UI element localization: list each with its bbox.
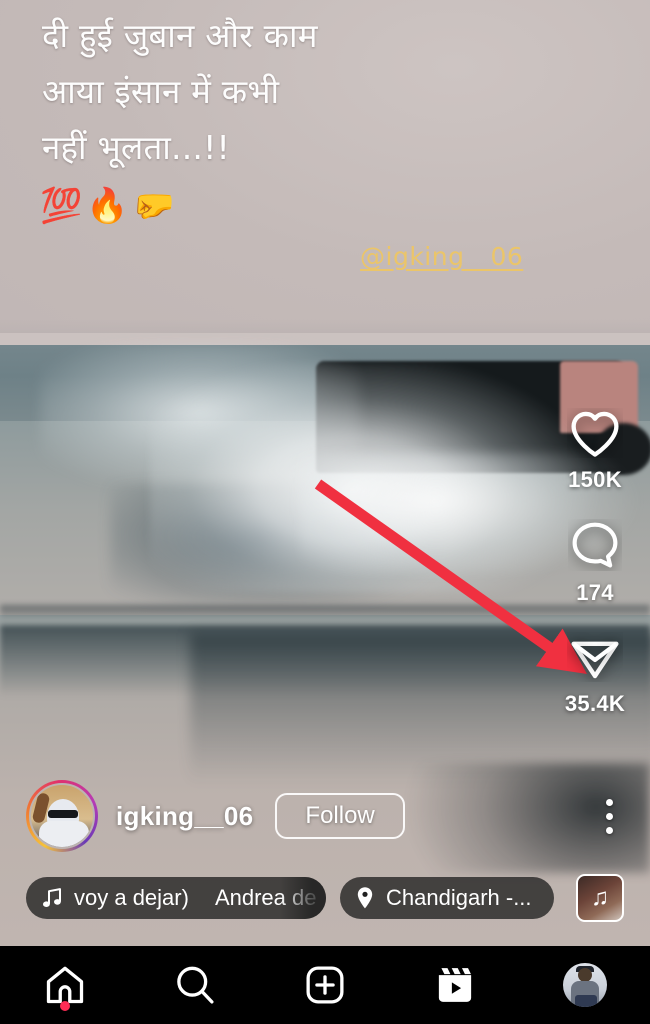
profile-avatar-head (578, 968, 592, 982)
bottom-navigation-bar (0, 946, 650, 1024)
like-button[interactable]: 150K (567, 408, 623, 493)
location-label: Chandigarh -... (386, 885, 532, 910)
profile-avatar-icon (563, 963, 607, 1007)
audio-cover-thumbnail[interactable]: ♫ (576, 874, 624, 922)
video-frame[interactable] (0, 333, 650, 946)
comment-count: 174 (576, 580, 614, 605)
follow-button[interactable]: Follow (275, 793, 405, 839)
instagram-reel-screen: दी हुई जुबान और काम आया इंसान में कभी नह… (0, 0, 650, 1024)
home-notification-badge (60, 1001, 70, 1011)
nav-item-home[interactable] (20, 955, 110, 1015)
reel-meta-row: igking__06 Follow (0, 778, 650, 854)
caption-line-3: नहीं भूलता...!! (42, 128, 230, 167)
comment-button[interactable]: 174 (568, 519, 622, 606)
avatar-image (29, 783, 95, 849)
reel-pill-row: voy a dejar) Andrea de Chandigarh -... ♫ (0, 874, 650, 922)
plus-square-icon (306, 966, 344, 1004)
share-button[interactable]: 35.4K (565, 632, 625, 717)
location-pill[interactable]: Chandigarh -... (340, 877, 554, 919)
heart-icon (571, 411, 619, 457)
search-icon (177, 966, 214, 1004)
reels-icon (438, 968, 472, 1002)
nav-item-search[interactable] (150, 955, 240, 1015)
creator-watermark: @igking__06 (360, 242, 524, 271)
nav-item-create[interactable] (280, 955, 370, 1015)
audio-pill[interactable]: voy a dejar) Andrea de (26, 877, 326, 919)
thumbnail-music-note-icon: ♫ (591, 884, 609, 911)
avatar-sunglasses (48, 810, 78, 818)
audio-label: voy a dejar) Andrea de (74, 885, 316, 911)
music-note-icon (42, 887, 62, 909)
dot-3 (605, 826, 613, 834)
reel-video-container[interactable]: दी हुई जुबान और काम आया इंसान में कभी नह… (0, 0, 650, 946)
caption-text-block: दी हुई जुबान और काम आया इंसान में कभी नह… (42, 8, 512, 176)
nav-item-profile[interactable] (540, 955, 630, 1015)
caption-line-1: दी हुई जुबान और काम (42, 16, 318, 55)
avatar-body (39, 821, 89, 847)
like-count: 150K (568, 467, 622, 492)
video-shore-strip (0, 605, 650, 621)
audio-title: voy a dejar) (74, 885, 189, 910)
creator-username[interactable]: igking__06 (116, 801, 253, 832)
comment-icon (572, 522, 618, 568)
dot-1 (605, 798, 613, 806)
creator-avatar[interactable] (26, 780, 98, 852)
location-pin-icon (356, 886, 374, 910)
action-rail: 150K 174 35.4K (556, 408, 634, 717)
caption-emoji-row: 💯🔥🤛 (40, 186, 180, 226)
profile-avatar-legs (575, 995, 597, 1007)
more-options-icon[interactable] (594, 793, 624, 839)
caption-overlay-panel: दी हुई जुबान और काम आया इंसान में कभी नह… (0, 0, 650, 333)
audio-artist: Andrea de (214, 885, 317, 910)
share-count: 35.4K (564, 691, 626, 716)
caption-line-2: आया इंसान में कभी (42, 72, 280, 111)
share-paper-plane-icon (571, 641, 619, 679)
dot-2 (605, 812, 613, 820)
nav-item-reels[interactable] (410, 955, 500, 1015)
